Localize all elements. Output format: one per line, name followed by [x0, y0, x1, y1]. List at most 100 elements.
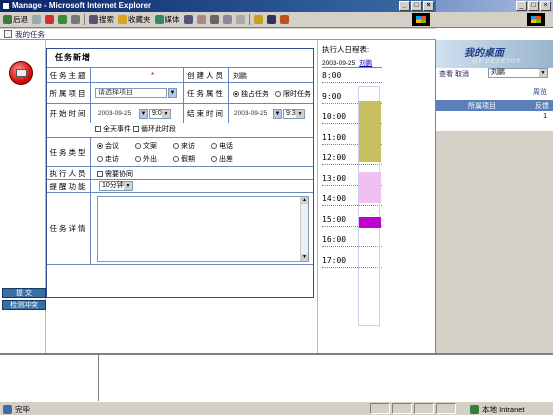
history-icon[interactable]	[183, 15, 193, 24]
type-radio[interactable]	[173, 143, 179, 150]
type-radio[interactable]	[211, 156, 217, 163]
detail-row: 任务详情 ▲ ▼	[47, 192, 313, 265]
schedule-event-block[interactable]	[359, 217, 381, 228]
type-radio[interactable]	[97, 143, 103, 150]
detail-textarea[interactable]: ▲ ▼	[97, 196, 309, 262]
scroll-up-icon[interactable]: ▲	[301, 197, 308, 204]
favorites-icon	[118, 15, 127, 24]
print-icon[interactable]	[209, 15, 219, 24]
tools-icon[interactable]	[279, 15, 289, 24]
discuss-icon[interactable]	[235, 15, 245, 24]
weekly-view-link[interactable]: 周览	[533, 87, 547, 97]
project-dropdown-button[interactable]: ▼	[168, 88, 177, 98]
type-option-out[interactable]: 外出	[135, 154, 157, 164]
bg-minimize-button[interactable]: _	[516, 1, 527, 11]
schedule-panel: 执行人日程表: 2003-09-25 刘鹏 8:00 9:00 10:00 11:00 1…	[317, 40, 436, 353]
type-option-visit[interactable]: 来访	[173, 141, 195, 151]
bg-person-select[interactable]: 刘鹏 ▼	[488, 68, 548, 78]
bg-header-feedback: 反馈	[535, 102, 549, 110]
chevron-down-icon: ▼	[124, 182, 132, 190]
type-radio[interactable]	[211, 143, 217, 150]
calendar-icon[interactable]	[266, 15, 276, 24]
project-input[interactable]: 请选择项目	[95, 88, 167, 98]
type-radio[interactable]	[97, 156, 103, 163]
home-icon[interactable]	[71, 15, 80, 24]
page-tab[interactable]: 我的任务	[0, 29, 436, 40]
forward-button[interactable]	[32, 15, 41, 24]
chevron-down-icon: ▼	[162, 110, 170, 118]
schedule-track	[358, 86, 381, 326]
check-conflict-button[interactable]: 检测冲突	[2, 300, 46, 310]
status-text: 完毕	[15, 405, 30, 414]
type-radio[interactable]	[173, 156, 179, 163]
attr-exclusive-option[interactable]: 独占任务	[233, 89, 269, 99]
favorites-button[interactable]: 收藏夹	[118, 14, 151, 25]
attr-exclusive-radio[interactable]	[233, 91, 239, 98]
edit-icon[interactable]	[222, 15, 232, 24]
attr-timed-radio[interactable]	[275, 91, 281, 98]
allday-checkbox[interactable]	[95, 126, 101, 133]
type-option-leave[interactable]: 假期	[173, 154, 195, 164]
schedule-person-link[interactable]: 刘鹏	[359, 60, 372, 67]
type-radio[interactable]	[135, 156, 141, 163]
chevron-down-icon: ▼	[296, 110, 304, 118]
lower-frame	[0, 353, 553, 401]
close-button[interactable]: ×	[423, 1, 434, 11]
status-pane	[370, 403, 390, 414]
status-pane	[436, 403, 456, 414]
window-title: Manage - Microsoft Internet Explorer	[12, 1, 152, 10]
window-title-bar: Manage - Microsoft Internet Explorer _ □…	[0, 0, 436, 12]
search-button[interactable]: 搜索	[89, 14, 114, 25]
remind-select[interactable]: 10分钟 ▼	[99, 181, 133, 191]
schedule-event-block[interactable]	[359, 172, 381, 203]
type-option-copy[interactable]: 文案	[135, 141, 157, 151]
subject-input[interactable]	[95, 70, 179, 80]
scroll-down-icon[interactable]: ▼	[301, 254, 308, 261]
type-radio[interactable]	[135, 143, 141, 150]
toolbar-separator	[84, 14, 85, 25]
collab-option[interactable]: 需要协同	[97, 169, 133, 179]
type-text: 外出	[143, 156, 157, 163]
start-date-input[interactable]: 2003-09-25	[95, 109, 145, 119]
schedule-hour-label: 8:00	[322, 71, 382, 83]
bg-view-tab[interactable]: 查看	[439, 69, 453, 79]
form-title: 任务新增	[55, 53, 91, 62]
bg-maximize-button[interactable]: □	[528, 1, 539, 11]
allday-option[interactable]: 全天事件	[95, 124, 131, 134]
type-option-trip[interactable]: 出差	[211, 154, 233, 164]
desktop-banner: 我的桌面 MY DESKTOP	[436, 40, 553, 68]
back-button[interactable]: 后退	[3, 14, 28, 25]
left-panel: 提 交 检测冲突	[0, 40, 46, 353]
bg-row-value: 1	[543, 113, 547, 120]
start-time-select[interactable]: 9:00 ▼	[149, 109, 171, 119]
banner-subtitle: MY DESKTOP	[472, 59, 522, 65]
schedule-date-value: 2003-09-25	[322, 60, 356, 67]
required-marker: *	[151, 71, 155, 80]
collab-checkbox[interactable]	[97, 171, 103, 178]
submit-button[interactable]: 提 交	[2, 288, 46, 298]
minimize-button[interactable]: _	[399, 1, 410, 11]
schedule-event-block[interactable]	[359, 100, 381, 162]
mail-icon[interactable]	[196, 15, 206, 24]
refresh-icon[interactable]	[58, 15, 67, 24]
stop-icon[interactable]	[45, 15, 54, 24]
repeat-option[interactable]: 循环此时段	[133, 124, 176, 134]
forward-arrow-icon	[32, 15, 41, 24]
attr-timed-option[interactable]: 限时任务	[275, 89, 311, 99]
type-option-meeting[interactable]: 会议	[97, 141, 119, 151]
type-option-call-on[interactable]: 走访	[97, 154, 119, 164]
end-time-label: 结束时间	[183, 104, 229, 123]
media-button[interactable]: 媒体	[154, 14, 180, 25]
end-date-picker-button[interactable]: ▼	[273, 109, 282, 119]
bg-close-button[interactable]: ×	[540, 1, 551, 11]
maximize-button[interactable]: □	[411, 1, 422, 11]
messenger-icon[interactable]	[253, 15, 263, 24]
end-time-select[interactable]: 9:30 ▼	[283, 109, 305, 119]
lower-left-frame	[0, 355, 99, 401]
detail-scrollbar[interactable]: ▲ ▼	[300, 197, 308, 261]
repeat-checkbox[interactable]	[133, 126, 139, 133]
type-option-phone[interactable]: 电话	[211, 141, 233, 151]
bg-cancel-tab[interactable]: 取消	[455, 69, 469, 79]
start-date-picker-button[interactable]: ▼	[139, 109, 148, 119]
search-icon	[89, 15, 98, 24]
